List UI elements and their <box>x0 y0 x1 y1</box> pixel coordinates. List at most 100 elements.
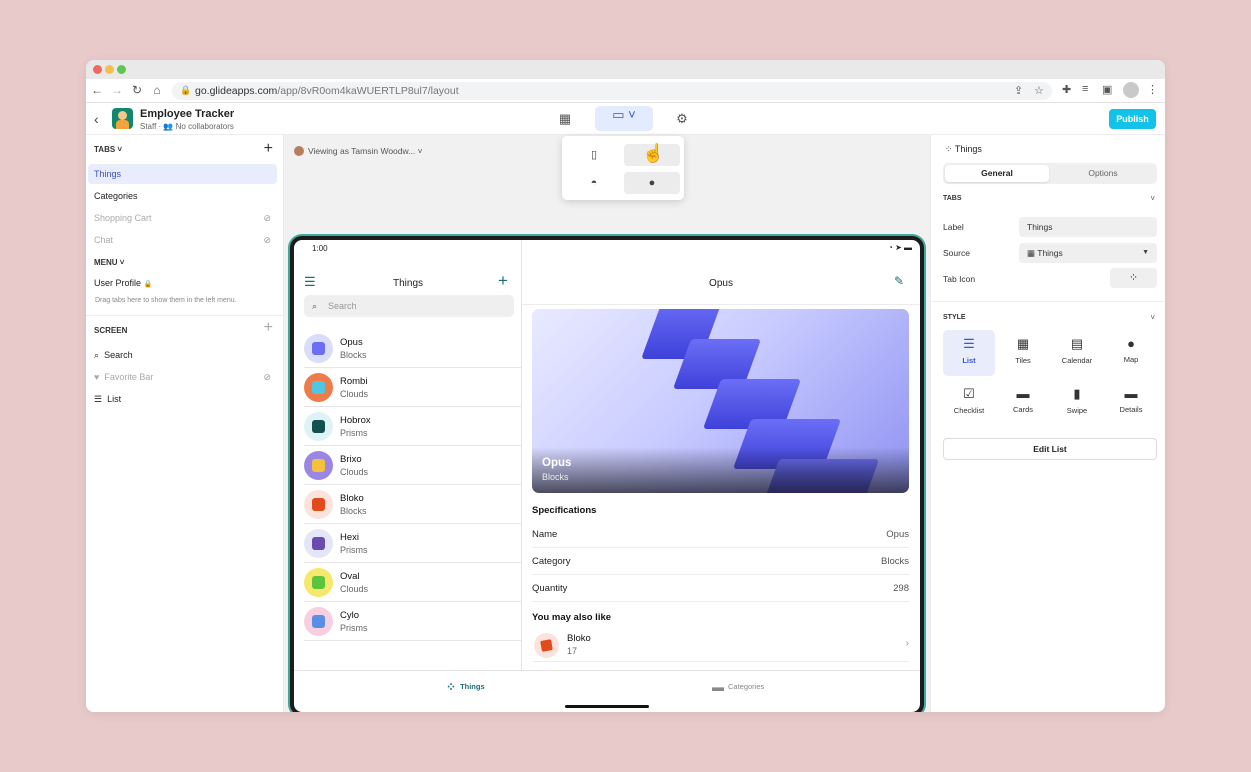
hidden-eye-icon[interactable]: ⊘ <box>263 367 271 387</box>
list-item[interactable]: Hobrox Prisms <box>304 407 522 446</box>
source-select[interactable]: ▦ Things ▼ <box>1019 243 1157 263</box>
tab-categories[interactable]: ▬ Categories <box>712 680 764 694</box>
app-title: Employee Tracker <box>140 108 235 120</box>
screen-heading: SCREEN <box>94 326 128 335</box>
android-icon[interactable]: ◓ <box>566 172 622 194</box>
calendar-icon: ▤ <box>1070 336 1084 351</box>
heart-icon: ♥ <box>94 372 100 382</box>
bookmark-star-icon[interactable]: ☆ <box>1034 84 1044 97</box>
bottom-tab-bar: ⁘ Things ▬ Categories <box>294 670 920 704</box>
style-checklist[interactable]: ☑ Checklist <box>943 380 995 426</box>
tablet-preview: 1:00 ◔ ➤ ▬ ☰ Things + ⌕ Search Opus Blocks… <box>290 236 924 712</box>
collapse-chevron-icon[interactable]: ˅ <box>1150 194 1155 203</box>
hero-category: Blocks <box>542 472 569 482</box>
list-item[interactable]: Cylo Prisms <box>304 602 522 641</box>
add-item-plus-icon[interactable]: + <box>498 271 508 291</box>
minimize-window-button[interactable] <box>105 65 114 74</box>
settings-gear-icon[interactable]: ⚙ <box>672 110 692 128</box>
detail-title: Opus <box>709 278 733 289</box>
table-icon: ▦ <box>1027 248 1036 258</box>
list-item[interactable]: Rombi Clouds <box>304 368 522 407</box>
window-titlebar <box>86 60 1165 79</box>
style-calendar[interactable]: ▤ Calendar <box>1051 330 1103 376</box>
collapse-chevron-icon[interactable]: ˅ <box>1150 313 1155 322</box>
sidebar-toggle-icon[interactable]: ▣ <box>1102 83 1112 96</box>
profile-avatar[interactable] <box>1123 82 1139 98</box>
list-item[interactable]: Brixo Clouds <box>304 446 522 485</box>
maximize-window-button[interactable] <box>117 65 126 74</box>
list-title: Things <box>392 278 423 289</box>
layout-device-toggle[interactable]: ▭ ˅ <box>595 106 653 131</box>
menu-item-user-profile[interactable]: User Profile 🔒 <box>88 273 277 293</box>
add-tab-plus-icon[interactable]: + <box>264 140 273 158</box>
data-editor-table-icon[interactable]: ▦ <box>555 110 575 128</box>
tab-icon-picker[interactable]: ⁘ <box>1110 268 1157 288</box>
folder-icon: ▬ <box>712 680 724 694</box>
tab-item-shopping-cart[interactable]: Shopping Cart ⊘ <box>88 208 277 228</box>
search-input[interactable]: ⌕ Search <box>304 295 514 317</box>
menu-heading[interactable]: MENU ˅ <box>94 258 124 267</box>
list-item[interactable]: Oval Clouds <box>304 563 522 602</box>
tab-item-categories[interactable]: Categories <box>88 186 277 206</box>
spec-row: Name Opus <box>532 521 909 548</box>
phone-icon[interactable]: ▯ <box>566 144 622 166</box>
style-details[interactable]: ▬ Details <box>1105 380 1157 426</box>
tiles-icon: ▦ <box>1016 336 1030 351</box>
list-item[interactable]: Hexi Prisms <box>304 524 522 563</box>
item-thumbnail <box>304 334 333 363</box>
list-item[interactable]: Bloko Blocks <box>304 485 522 524</box>
close-window-button[interactable] <box>93 65 102 74</box>
device-popover: ▯ ▭ ◓ ● <box>562 136 684 200</box>
edit-pencil-icon[interactable]: ✎ <box>894 274 904 288</box>
back-chevron-icon[interactable]: ‹ <box>94 111 99 127</box>
cards-icon: ▬ <box>1016 386 1030 401</box>
label-input[interactable]: Things <box>1019 217 1157 237</box>
home-icon[interactable]: ⌂ <box>150 83 164 97</box>
edit-list-button[interactable]: Edit List <box>943 438 1157 460</box>
hidden-eye-icon[interactable]: ⊘ <box>263 208 271 228</box>
screen-item-search[interactable]: ⌕ Search <box>88 345 277 365</box>
browser-menu-icon[interactable]: ⋮ <box>1147 83 1158 96</box>
screen-item-favorite-bar[interactable]: ♥ Favorite Bar ⊘ <box>88 367 277 387</box>
map-pin-icon: ● <box>1127 336 1135 351</box>
reload-icon[interactable]: ↻ <box>130 83 144 97</box>
tab-item-chat[interactable]: Chat ⊘ <box>88 230 277 250</box>
tab-item-things[interactable]: Things <box>88 164 277 184</box>
screen-item-list[interactable]: ☰ List <box>88 389 277 409</box>
right-panel: ⁘ Things General Options TABS ˅ Label Th… <box>930 135 1165 712</box>
share-icon[interactable]: ⇪ <box>1014 84 1023 97</box>
list-icon: ☰ <box>94 394 103 404</box>
left-panel: TABS ˅ + Things Categories Shopping Cart… <box>86 135 284 712</box>
grid-dots-icon: ⁘ <box>945 144 953 154</box>
also-like-item[interactable]: Bloko 17 › <box>532 629 909 662</box>
tab-things[interactable]: ⁘ Things <box>446 680 485 694</box>
details-icon: ▬ <box>1124 386 1138 401</box>
extensions-icon[interactable]: ✚ <box>1062 83 1071 96</box>
add-component-plus-icon[interactable]: + <box>264 319 273 337</box>
forward-arrow-icon[interactable]: → <box>110 83 124 97</box>
hidden-eye-icon[interactable]: ⊘ <box>263 230 271 250</box>
apple-icon[interactable]: ● <box>624 172 680 194</box>
viewing-as-selector[interactable]: Viewing as Tamsin Woodw... ˅ <box>294 146 423 156</box>
grid-dots-icon: ⁘ <box>1128 272 1139 284</box>
reading-list-icon[interactable]: ≡ <box>1082 83 1088 95</box>
dropdown-caret-icon: ▼ <box>1142 249 1149 256</box>
style-cards[interactable]: ▬ Cards <box>997 380 1049 426</box>
style-tiles[interactable]: ▦ Tiles <box>997 330 1049 376</box>
swipe-icon: ▮ <box>1073 386 1081 401</box>
item-category: Blocks <box>340 506 367 516</box>
list-item[interactable]: Opus Blocks <box>304 329 522 368</box>
tabs-heading[interactable]: TABS ˅ <box>94 145 122 154</box>
tab-icon-label: Tab Icon <box>943 274 976 284</box>
back-arrow-icon[interactable]: ← <box>90 83 104 97</box>
publish-button[interactable]: Publish <box>1109 109 1156 129</box>
style-map[interactable]: ● Map <box>1105 330 1157 376</box>
item-thumbnail <box>304 529 333 558</box>
style-swipe[interactable]: ▮ Swipe <box>1051 380 1103 426</box>
style-list[interactable]: ☰ List <box>943 330 995 376</box>
tab-options[interactable]: Options <box>1051 165 1155 182</box>
address-bar[interactable]: 🔒 go.glideapps.com/app/8vR0om4kaWUERTLP8… <box>172 82 1052 100</box>
item-category: Blocks <box>340 350 367 360</box>
tab-general[interactable]: General <box>945 165 1049 182</box>
spec-row: Quantity 298 <box>532 575 909 602</box>
